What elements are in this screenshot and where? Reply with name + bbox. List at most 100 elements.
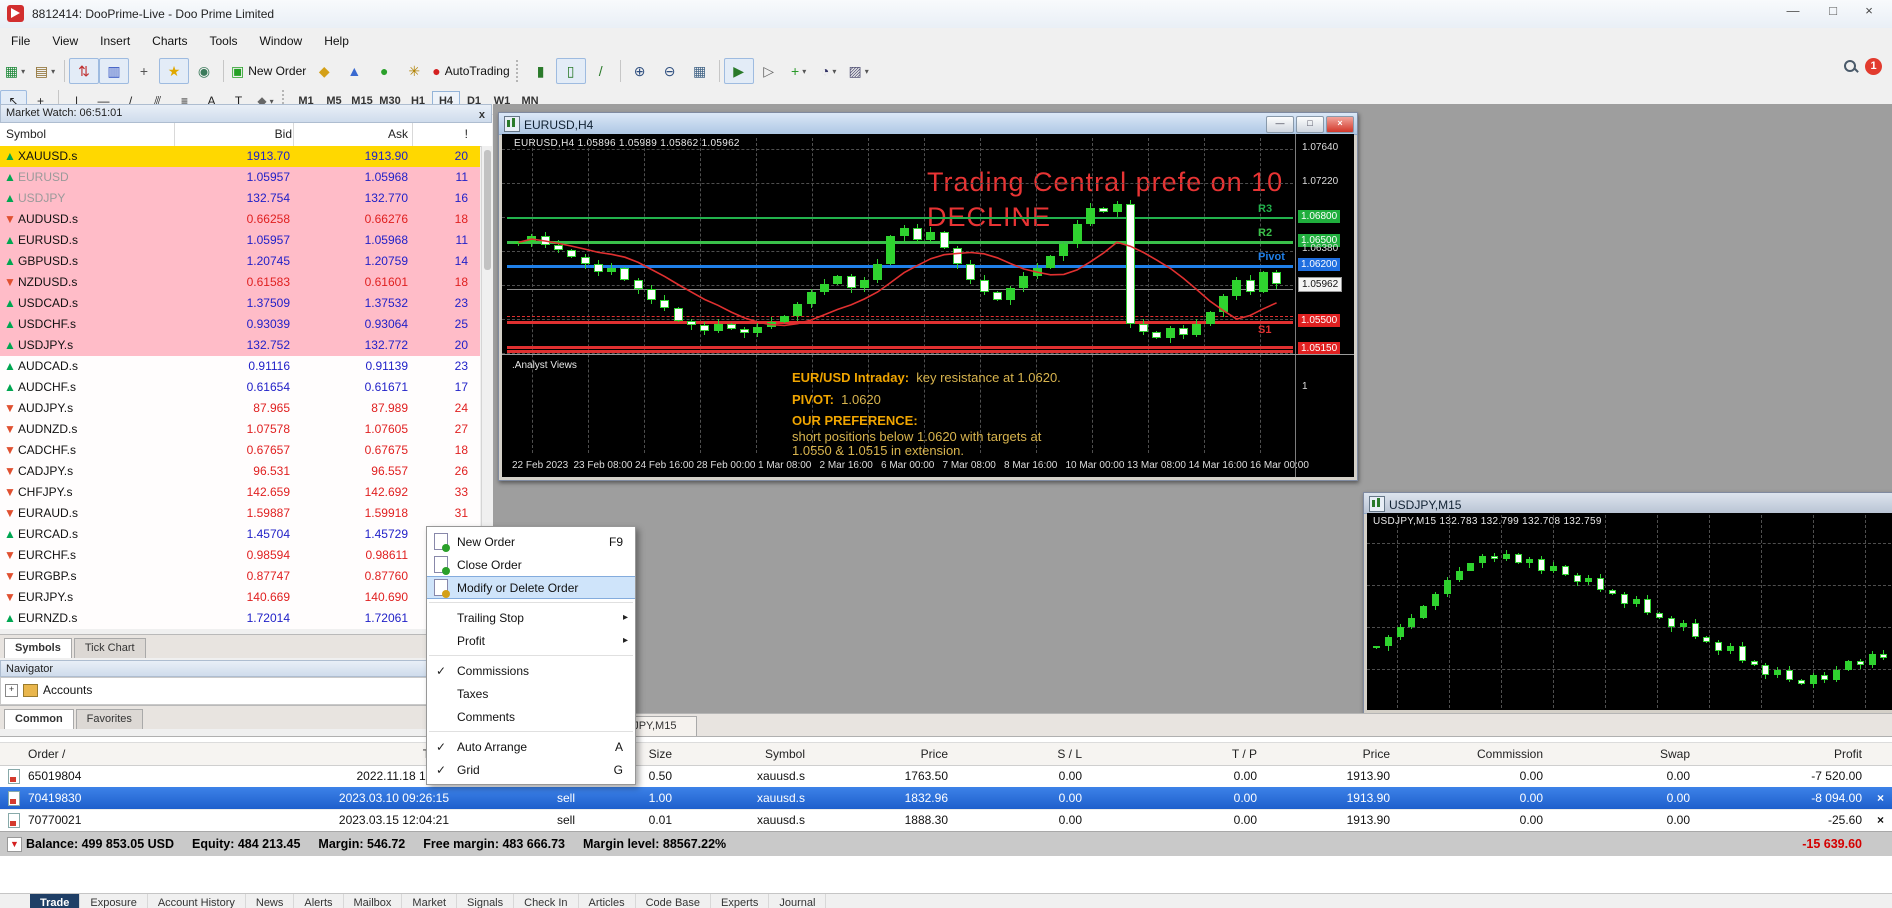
market-watch-row[interactable]: ▼NZDUSD.s0.615830.6160118 <box>0 272 480 293</box>
terminal-tab-journal[interactable]: Journal <box>769 894 826 908</box>
market-watch-row[interactable]: ▲USDJPY.s132.752132.77220 <box>0 335 480 356</box>
market-watch-row[interactable]: ▼EURGBP.s0.877470.87760 <box>0 566 480 588</box>
context-menu-item-modify-or-delete-order[interactable]: Modify or Delete Order <box>427 576 635 599</box>
orders-col-order[interactable]: Order / <box>28 747 65 761</box>
market-watch-row[interactable]: ▼EURCHF.s0.985940.98611 <box>0 545 480 567</box>
market-watch-row[interactable]: ▲USDCHF.s0.930390.9306425 <box>0 314 480 335</box>
market-watch-row[interactable]: ▲AUDCHF.s0.616540.6167117 <box>0 377 480 399</box>
eurusd-window-titlebar[interactable]: EURUSD,H4 — □ × <box>499 113 1357 135</box>
col-bid[interactable]: Bid <box>275 127 292 141</box>
market-watch-close-icon[interactable]: x <box>479 107 485 124</box>
context-menu-item-commissions[interactable]: ✓Commissions <box>427 659 635 682</box>
maximize-button[interactable]: □ <box>1814 0 1852 24</box>
strategy-tester-button[interactable]: ◉ <box>189 58 219 84</box>
menu-item-insert[interactable]: Insert <box>89 30 141 52</box>
zoom-out-button[interactable]: ⊖ <box>655 58 685 84</box>
market-watch-row[interactable]: ▲USDJPY132.754132.77016 <box>0 188 480 209</box>
metaquotes-gold-button[interactable]: ◆ <box>309 58 339 84</box>
tab-common[interactable]: Common <box>4 709 74 729</box>
market-watch-row[interactable]: ▲EURCAD.s1.457041.45729 <box>0 524 480 546</box>
terminal-tab-mailbox[interactable]: Mailbox <box>344 894 403 908</box>
terminal-tab-articles[interactable]: Articles <box>579 894 636 908</box>
search-icon[interactable] <box>1843 59 1859 75</box>
market-watch-toggle[interactable]: ⇅ <box>69 58 99 84</box>
chart-maximize-button[interactable]: □ <box>1296 116 1324 133</box>
market-watch-row[interactable]: ▼CHFJPY.s142.659142.69233 <box>0 482 480 504</box>
terminal-tab-market[interactable]: Market <box>402 894 457 908</box>
market-watch-row[interactable]: ▲XAUUSD.s1913.701913.9020 <box>0 146 480 167</box>
bar-chart-button[interactable]: ▮ <box>526 58 556 84</box>
menu-item-tools[interactable]: Tools <box>199 30 249 52</box>
col-symbol[interactable]: Symbol <box>6 127 46 141</box>
terminal-tab-trade[interactable]: Trade <box>30 894 80 908</box>
navigator-toggle[interactable]: + <box>129 58 159 84</box>
tab-tick-chart[interactable]: Tick Chart <box>74 638 146 658</box>
terminal-tab-code-base[interactable]: Code Base <box>636 894 711 908</box>
chart-minimize-button[interactable]: — <box>1266 116 1294 133</box>
usdjpy-window-titlebar[interactable]: USDJPY,M15 <box>1364 493 1892 514</box>
order-row[interactable]: 707700212023.03.15 12:04:21sell0.01xauus… <box>0 809 1892 832</box>
terminal-tab-check-in[interactable]: Check In <box>514 894 578 908</box>
profiles-button-dropdown-icon[interactable]: ▾ <box>51 67 55 76</box>
market-watch-row[interactable]: ▲EURUSD1.059571.0596811 <box>0 167 480 188</box>
market-watch-row[interactable]: ▼AUDUSD.s0.662580.6627618 <box>0 209 480 230</box>
terminal-tab-exposure[interactable]: Exposure <box>80 894 147 908</box>
order-row[interactable]: 650198042022.11.18 10:380.50xauusd.s1763… <box>0 765 1892 788</box>
zoom-in-button[interactable]: ⊕ <box>625 58 655 84</box>
indicators-button[interactable]: +▾ <box>784 58 814 84</box>
context-menu-item-auto-arrange[interactable]: ✓Auto ArrangeA <box>427 735 635 758</box>
line-chart-button[interactable]: / <box>586 58 616 84</box>
orders-col-swap[interactable]: Swap <box>1530 747 1690 761</box>
tab-symbols[interactable]: Symbols <box>4 638 72 658</box>
close-order-icon[interactable]: × <box>1877 813 1884 827</box>
terminal-tab-account-history[interactable]: Account History <box>148 894 246 908</box>
order-row[interactable]: 704198302023.03.10 09:26:15sell1.00xauus… <box>0 787 1892 810</box>
tile-windows-button[interactable]: ▦ <box>685 58 715 84</box>
close-button[interactable]: × <box>1850 0 1888 24</box>
experts-button[interactable]: ▲ <box>339 58 369 84</box>
orders-col-profit[interactable]: Profit <box>1702 747 1862 761</box>
menu-item-view[interactable]: View <box>41 30 89 52</box>
context-menu-item-new-order[interactable]: New OrderF9 <box>427 530 635 553</box>
col-spread[interactable]: ! <box>465 127 468 141</box>
orders-col-price2[interactable]: Price <box>1230 747 1390 761</box>
menu-item-window[interactable]: Window <box>249 30 314 52</box>
market-watch-row[interactable]: ▲GBPUSD.s1.207451.2075914 <box>0 251 480 272</box>
market-watch-row[interactable]: ▲AUDCAD.s0.911160.9113923 <box>0 356 480 378</box>
alerts-sound-button[interactable]: ● <box>369 58 399 84</box>
tree-expander-icon[interactable]: + <box>5 684 18 697</box>
candlestick-chart-button[interactable]: ▯ <box>556 58 586 84</box>
profiles-button[interactable]: ▤▾ <box>30 58 60 84</box>
context-menu-item-comments[interactable]: Comments <box>427 705 635 728</box>
new-order-button[interactable]: ▣New Order <box>228 58 309 84</box>
periods-button-dropdown-icon[interactable]: ▾ <box>832 67 836 76</box>
usdjpy-chart-plot[interactable]: USDJPY,M15 132.783 132.799 132.708 132.7… <box>1367 513 1892 710</box>
notification-badge[interactable]: 1 <box>1865 58 1882 75</box>
terminal-tab-experts[interactable]: Experts <box>711 894 769 908</box>
chart-shift-button[interactable]: ▷ <box>754 58 784 84</box>
market-watch-row[interactable]: ▼CADJPY.s96.53196.55726 <box>0 461 480 483</box>
context-menu-item-grid[interactable]: ✓GridG <box>427 758 635 781</box>
new-chart-button[interactable]: ▦▾ <box>0 58 30 84</box>
menu-item-help[interactable]: Help <box>313 30 360 52</box>
orders-col-sl[interactable]: S / L <box>922 747 1082 761</box>
orders-col-commission[interactable]: Commission <box>1383 747 1543 761</box>
market-watch-row[interactable]: ▼EURAUD.s1.598871.5991831 <box>0 503 480 525</box>
indicators-button-dropdown-icon[interactable]: ▾ <box>802 67 806 76</box>
minimize-button[interactable]: — <box>1774 0 1812 24</box>
col-ask[interactable]: Ask <box>388 127 408 141</box>
periods-button[interactable]: ◔▾ <box>814 58 844 84</box>
market-watch-row[interactable]: ▼EURJPY.s140.669140.690 <box>0 587 480 609</box>
market-watch-row[interactable]: ▼CADCHF.s0.676570.6767518 <box>0 440 480 462</box>
navigator-item-accounts[interactable]: +Accounts <box>5 683 92 697</box>
terminal-tab-alerts[interactable]: Alerts <box>294 894 343 908</box>
context-menu-item-taxes[interactable]: Taxes <box>427 682 635 705</box>
context-menu-item-profit[interactable]: Profit▸ <box>427 629 635 652</box>
templates-button[interactable]: ▨▾ <box>844 58 874 84</box>
market-watch-row[interactable]: ▲USDCAD.s1.375091.3753223 <box>0 293 480 314</box>
context-menu-item-trailing-stop[interactable]: Trailing Stop▸ <box>427 606 635 629</box>
new-chart-button-dropdown-icon[interactable]: ▾ <box>21 67 25 76</box>
chart-close-button[interactable]: × <box>1326 116 1354 133</box>
market-watch-row[interactable]: ▲EURUSD.s1.059571.0596811 <box>0 230 480 251</box>
terminal-tab-news[interactable]: News <box>246 894 295 908</box>
